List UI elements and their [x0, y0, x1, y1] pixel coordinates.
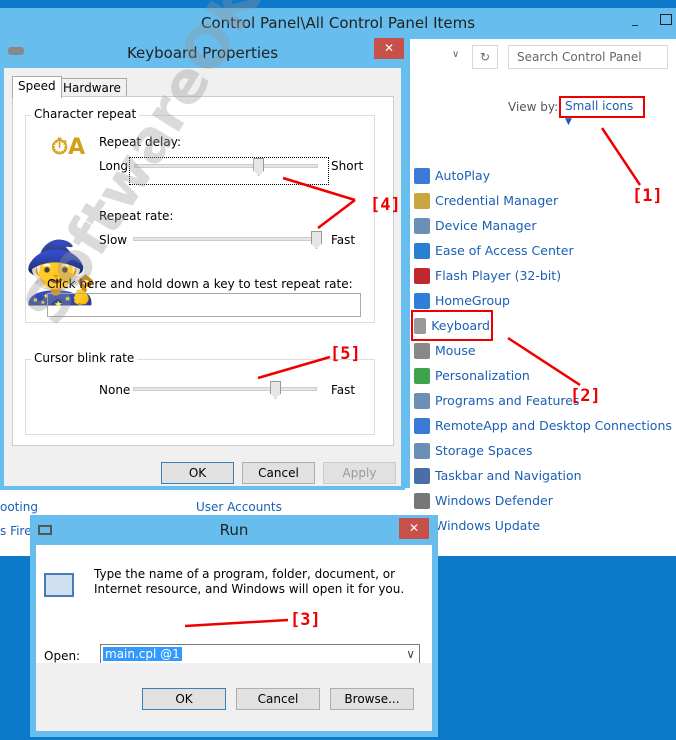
annotation-arrows — [184, 127, 642, 628]
tab-speed[interactable]: Speed — [12, 76, 62, 98]
arrow-2 — [507, 336, 581, 387]
arrow-4a — [282, 176, 356, 202]
arrow-1 — [600, 127, 642, 186]
arrow-4b — [317, 199, 356, 229]
arrow-5 — [257, 355, 331, 380]
arrow-3 — [184, 618, 289, 628]
